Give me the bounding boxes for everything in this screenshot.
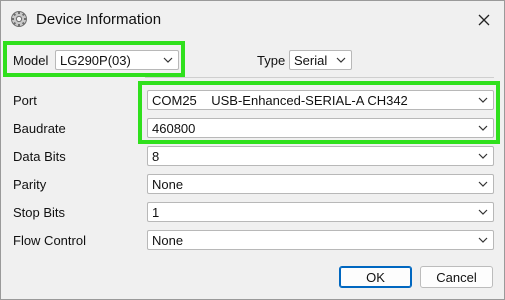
model-label: Model [13, 53, 49, 68]
data-bits-value: 8 [152, 149, 160, 164]
chevron-down-icon [478, 237, 488, 243]
chevron-down-icon [478, 125, 488, 131]
type-select[interactable]: Serial [289, 50, 352, 70]
port-select[interactable]: COM25 USB-Enhanced-SERIAL-A CH342 [147, 90, 494, 110]
parity-label: Parity [13, 177, 47, 192]
stop-bits-label: Stop Bits [13, 205, 66, 220]
data-bits-select[interactable]: 8 [147, 146, 494, 166]
data-bits-label: Data Bits [13, 149, 66, 164]
baudrate-select[interactable]: 460800 [147, 118, 494, 138]
gear-icon [11, 11, 27, 27]
close-icon [478, 14, 490, 26]
chevron-down-icon [478, 153, 488, 159]
type-label: Type [257, 53, 286, 68]
parity-select[interactable]: None [147, 174, 494, 194]
chevron-down-icon [478, 97, 488, 103]
device-information-dialog: Device Information Model LG290P(03) Type… [0, 0, 505, 300]
flow-control-value: None [152, 233, 184, 248]
type-value: Serial [294, 53, 328, 68]
stop-bits-value: 1 [152, 205, 160, 220]
ok-button[interactable]: OK [339, 266, 412, 288]
stop-bits-select[interactable]: 1 [147, 202, 494, 222]
model-value: LG290P(03) [60, 53, 131, 68]
port-label: Port [13, 93, 37, 108]
parity-value: None [152, 177, 184, 192]
flow-control-select[interactable]: None [147, 230, 494, 250]
flow-control-label: Flow Control [13, 233, 86, 248]
divider [145, 77, 494, 78]
chevron-down-icon [478, 209, 488, 215]
window-title: Device Information [36, 11, 162, 28]
chevron-down-icon [163, 57, 173, 63]
chevron-down-icon [336, 57, 346, 63]
port-value: COM25 USB-Enhanced-SERIAL-A CH342 [152, 93, 408, 108]
chevron-down-icon [478, 181, 488, 187]
baudrate-value: 460800 [152, 121, 196, 136]
title-bar: Device Information [1, 1, 504, 39]
cancel-button[interactable]: Cancel [420, 266, 493, 288]
baudrate-label: Baudrate [13, 121, 66, 136]
close-button[interactable] [470, 7, 498, 33]
model-select[interactable]: LG290P(03) [55, 50, 179, 70]
